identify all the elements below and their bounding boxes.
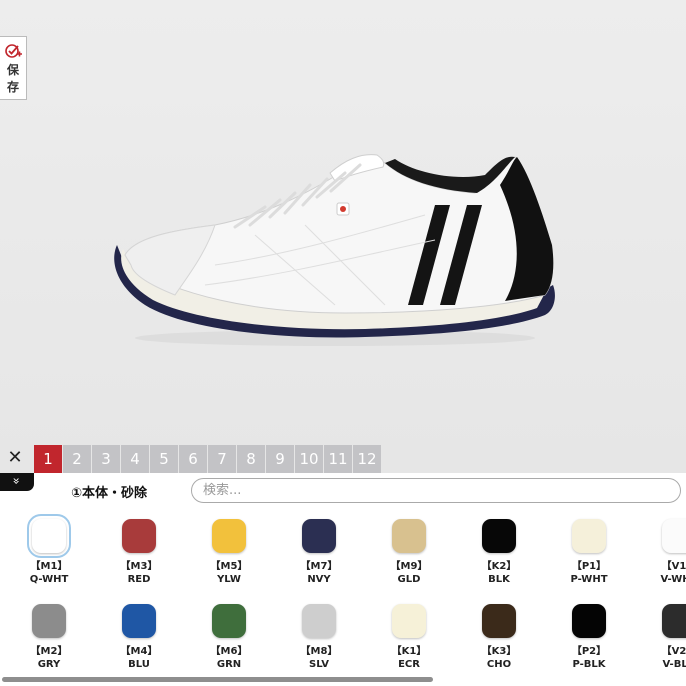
color-swatch[interactable]: 【P2】 P-BLK (544, 604, 634, 671)
color-chip[interactable] (662, 519, 686, 553)
color-name: GRN (216, 659, 242, 670)
color-code: 【M1】 (30, 561, 68, 572)
color-code: 【V1】 (661, 561, 686, 572)
color-chip[interactable] (27, 514, 71, 558)
color-chip[interactable] (482, 604, 516, 638)
color-name: NVY (307, 574, 331, 585)
color-chip[interactable] (392, 604, 426, 638)
color-name: GRY (37, 659, 61, 670)
color-name: ECR (398, 659, 420, 670)
color-swatch[interactable]: 【M4】 BLU (94, 604, 184, 671)
color-swatch[interactable]: 【M1】 Q-WHT (4, 514, 94, 586)
tab-2[interactable]: 2 (63, 445, 91, 473)
color-swatch[interactable]: 【P1】 P-WHT (544, 519, 634, 586)
horizontal-scrollbar[interactable] (2, 677, 433, 682)
color-code: 【P2】 (571, 646, 607, 657)
color-swatch[interactable]: 【M7】 NVY (274, 519, 364, 586)
color-swatch[interactable]: 【V2】 V-BLK (634, 604, 686, 671)
color-name: GLD (397, 574, 421, 585)
color-code: 【K1】 (391, 646, 427, 657)
color-name: BLU (128, 659, 150, 670)
tab-10[interactable]: 10 (295, 445, 323, 473)
color-name: V-WHT (660, 574, 686, 585)
tab-5[interactable]: 5 (150, 445, 178, 473)
color-chip[interactable] (482, 519, 516, 553)
color-code: 【M9】 (390, 561, 428, 572)
color-chip[interactable] (122, 519, 156, 553)
color-code: 【M3】 (120, 561, 158, 572)
collapse-chevron-icon[interactable]: » (0, 473, 34, 491)
sneaker-preview-image (114, 154, 555, 346)
save-button[interactable]: 保 存 (0, 36, 27, 100)
color-chip[interactable] (392, 519, 426, 553)
color-swatch[interactable]: 【M9】 GLD (364, 519, 454, 586)
color-name: P-BLK (572, 659, 606, 670)
tab-3[interactable]: 3 (92, 445, 120, 473)
collapse-label: » (10, 477, 24, 485)
save-label-1: 保 (7, 63, 20, 77)
color-swatch[interactable]: 【M6】 GRN (184, 604, 274, 671)
tab-6[interactable]: 6 (179, 445, 207, 473)
color-code: 【V2】 (661, 646, 686, 657)
color-name: CHO (486, 659, 512, 670)
color-code: 【M8】 (300, 646, 338, 657)
color-name: YLW (217, 574, 241, 585)
color-chip[interactable] (572, 604, 606, 638)
color-name: BLK (488, 574, 510, 585)
color-chip[interactable] (212, 519, 246, 553)
color-chip[interactable] (32, 604, 66, 638)
tab-7[interactable]: 7 (208, 445, 236, 473)
color-name: P-WHT (570, 574, 608, 585)
color-chip[interactable] (302, 519, 336, 553)
color-chip[interactable] (302, 604, 336, 638)
color-swatch[interactable]: 【V1】 V-WHT (634, 519, 686, 586)
color-chip[interactable] (662, 604, 686, 638)
color-code: 【M2】 (30, 646, 68, 657)
color-code: 【M5】 (210, 561, 248, 572)
color-swatch[interactable]: 【M5】 YLW (184, 519, 274, 586)
search-input[interactable] (191, 478, 681, 503)
color-code: 【M4】 (120, 646, 158, 657)
close-icon[interactable]: ✕ (4, 447, 26, 469)
tab-8[interactable]: 8 (237, 445, 265, 473)
color-chip[interactable] (122, 604, 156, 638)
tab-9[interactable]: 9 (266, 445, 294, 473)
color-swatch[interactable]: 【M2】 GRY (4, 604, 94, 671)
color-name: SLV (309, 659, 329, 670)
section-title: ①本体・砂除 (71, 486, 148, 501)
tab-4[interactable]: 4 (121, 445, 149, 473)
color-code: 【K2】 (481, 561, 517, 572)
color-name: Q-WHT (29, 574, 69, 585)
color-code: 【M7】 (300, 561, 338, 572)
color-swatch[interactable]: 【M3】 RED (94, 519, 184, 586)
tab-12[interactable]: 12 (353, 445, 381, 473)
save-check-icon (5, 44, 22, 58)
color-swatch[interactable]: 【M8】 SLV (274, 604, 364, 671)
color-swatch[interactable]: 【K3】 CHO (454, 604, 544, 671)
tab-1[interactable]: 1 (34, 445, 62, 473)
save-label-2: 存 (7, 80, 20, 94)
color-swatch[interactable]: 【K1】 ECR (364, 604, 454, 671)
color-code: 【K3】 (481, 646, 517, 657)
color-name: RED (127, 574, 151, 585)
color-code: 【M6】 (210, 646, 248, 657)
color-panel: » ①本体・砂除 【M1】Q-WHT【M3】RED【M5】YLW【M7】NVY【… (0, 473, 686, 686)
color-name: V-BLK (662, 659, 686, 670)
color-chip[interactable] (572, 519, 606, 553)
preview-stage: 保 存 (0, 0, 686, 475)
color-chip[interactable] (212, 604, 246, 638)
color-swatch[interactable]: 【K2】 BLK (454, 519, 544, 586)
tab-11[interactable]: 11 (324, 445, 352, 473)
color-code: 【P1】 (571, 561, 607, 572)
part-tabs: 1 2 3 4 5 6 7 8 9 10 11 12 (34, 445, 382, 473)
